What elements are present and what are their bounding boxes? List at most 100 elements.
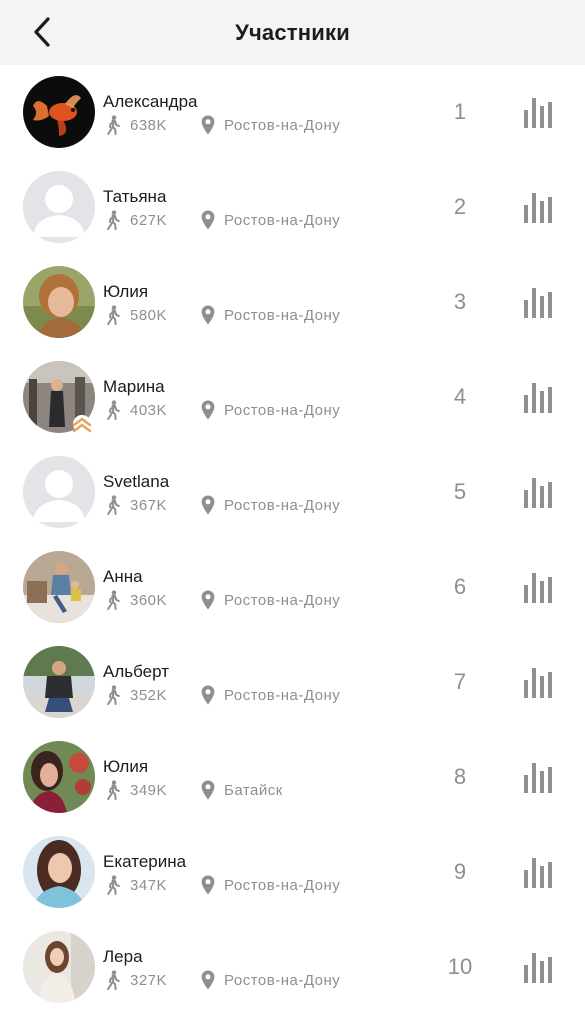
participant-name: Екатерина <box>103 852 187 871</box>
participant-name: Юлия <box>103 282 149 301</box>
pin-icon <box>201 875 215 895</box>
steps-count: 403K <box>130 401 168 419</box>
participant-name: Александра <box>103 92 198 111</box>
bar-chart-icon[interactable] <box>523 666 553 698</box>
rank-number: 5 <box>453 479 467 504</box>
page-title: Участники <box>235 19 350 45</box>
steps-count: 367K <box>130 496 168 514</box>
avatar-placeholder <box>23 171 95 243</box>
avatar-placeholder <box>23 456 95 528</box>
participant-meta: 403K Ростов-на-Дону <box>103 400 340 420</box>
avatar <box>23 646 95 718</box>
back-button[interactable] <box>24 14 60 50</box>
walk-icon <box>107 305 120 325</box>
pin-icon <box>201 590 215 610</box>
avatar <box>23 76 95 148</box>
steps-count: 638K <box>130 116 168 134</box>
bar-chart-icon[interactable] <box>523 476 553 508</box>
participant-meta: 367K Ростов-на-Дону <box>103 495 340 515</box>
participant-city: Ростов-на-Дону <box>224 496 341 514</box>
pin-icon <box>201 305 215 325</box>
rank-number: 3 <box>453 289 467 314</box>
participant-row[interactable]: Татьяна 627K Ростов-на-Дону 2 <box>0 160 585 255</box>
pin-icon <box>201 970 215 990</box>
participant-name: Анна <box>103 567 143 586</box>
participant-name: Лера <box>103 947 143 966</box>
participant-row[interactable]: Альберт 352K Ростов-на-Дону 7 <box>0 635 585 730</box>
steps-count: 360K <box>130 591 168 609</box>
pin-icon <box>201 495 215 515</box>
bar-chart-icon[interactable] <box>523 191 553 223</box>
steps-count: 327K <box>130 971 168 989</box>
participant-name: Марина <box>103 377 165 396</box>
participant-row[interactable]: Александра 638K Ростов-на-Дону 1 <box>0 65 585 160</box>
participant-name: Альберт <box>103 662 169 681</box>
steps-count: 349K <box>130 781 168 799</box>
avatar <box>23 551 95 623</box>
participant-meta: 327K Ростов-на-Дону <box>103 970 340 990</box>
header-bar: Участники <box>0 0 585 65</box>
participant-meta: 349K Батайск <box>103 780 283 800</box>
participant-city: Ростов-на-Дону <box>224 211 341 229</box>
rank-number: 9 <box>453 859 467 884</box>
participant-row[interactable]: Svetlana 367K Ростов-на-Дону 5 <box>0 445 585 540</box>
pin-icon <box>201 400 215 420</box>
walk-icon <box>107 875 120 895</box>
bar-chart-icon[interactable] <box>523 571 553 603</box>
participant-row[interactable]: Екатерина 347K Ростов-на-Дону 9 <box>0 825 585 920</box>
avatar <box>23 836 95 908</box>
rank-number: 4 <box>453 384 467 409</box>
walk-icon <box>107 210 120 230</box>
pin-icon <box>201 115 215 135</box>
chevron-left-icon <box>34 17 50 47</box>
participant-meta: 638K Ростов-на-Дону <box>103 115 340 135</box>
rank-number: 10 <box>447 954 473 979</box>
participant-city: Ростов-на-Дону <box>224 401 341 419</box>
avatar <box>23 741 95 813</box>
pin-icon <box>201 685 215 705</box>
participant-city: Батайск <box>224 781 283 799</box>
participant-name: Svetlana <box>103 472 170 491</box>
bar-chart-icon[interactable] <box>523 96 553 128</box>
walk-icon <box>107 780 120 800</box>
double-chevron-up-icon <box>72 415 92 433</box>
avatar <box>23 931 95 1003</box>
pin-icon <box>201 210 215 230</box>
walk-icon <box>107 970 120 990</box>
participant-city: Ростов-на-Дону <box>224 306 341 324</box>
participant-city: Ростов-на-Дону <box>224 876 341 894</box>
rank-number: 1 <box>453 99 467 124</box>
participant-meta: 352K Ростов-на-Дону <box>103 685 340 705</box>
bar-chart-icon[interactable] <box>523 856 553 888</box>
rank-number: 7 <box>453 669 467 694</box>
participant-row[interactable]: Лера 327K Ростов-на-Дону 10 <box>0 920 585 1015</box>
participant-name: Юлия <box>103 757 149 776</box>
participant-meta: 627K Ростов-на-Дону <box>103 210 340 230</box>
bar-chart-icon[interactable] <box>523 761 553 793</box>
walk-icon <box>107 685 120 705</box>
pin-icon <box>201 780 215 800</box>
steps-count: 580K <box>130 306 168 324</box>
participant-meta: 360K Ростов-на-Дону <box>103 590 340 610</box>
rank-number: 8 <box>453 764 467 789</box>
participant-row[interactable]: Анна 360K Ростов-на-Дону 6 <box>0 540 585 635</box>
participant-city: Ростов-на-Дону <box>224 116 341 134</box>
bar-chart-icon[interactable] <box>523 381 553 413</box>
participant-meta: 580K Ростов-на-Дону <box>103 305 340 325</box>
participant-row[interactable]: Юлия 580K Ростов-на-Дону 3 <box>0 255 585 350</box>
participant-row[interactable]: Марина 403K Ростов-на-Дону 4 <box>0 350 585 445</box>
walk-icon <box>107 495 120 515</box>
participant-city: Ростов-на-Дону <box>224 686 341 704</box>
avatar <box>23 266 95 338</box>
participant-city: Ростов-на-Дону <box>224 971 341 989</box>
rank-number: 6 <box>453 574 467 599</box>
participant-meta: 347K Ростов-на-Дону <box>103 875 340 895</box>
participant-row[interactable]: Юлия 349K Батайск 8 <box>0 730 585 825</box>
walk-icon <box>107 590 120 610</box>
steps-count: 627K <box>130 211 168 229</box>
steps-count: 347K <box>130 876 168 894</box>
participant-city: Ростов-на-Дону <box>224 591 341 609</box>
bar-chart-icon[interactable] <box>523 286 553 318</box>
steps-count: 352K <box>130 686 168 704</box>
bar-chart-icon[interactable] <box>523 951 553 983</box>
